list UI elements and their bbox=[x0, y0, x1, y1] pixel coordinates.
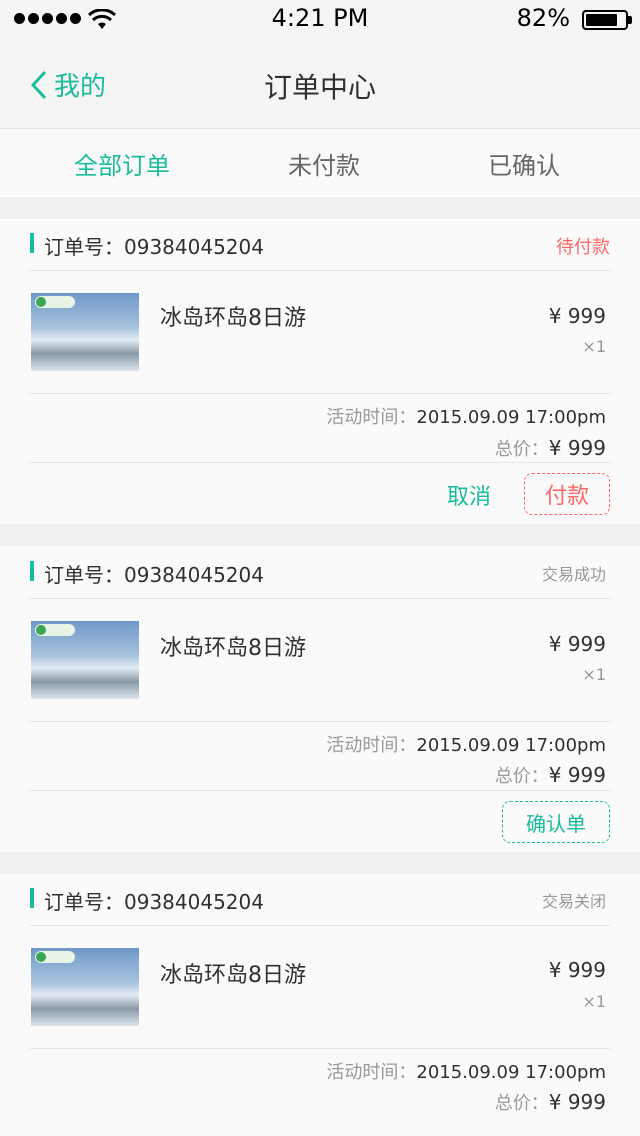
accent-bar bbox=[30, 561, 34, 581]
order-status: 待付款 bbox=[556, 237, 610, 258]
battery-tip bbox=[628, 16, 632, 24]
pay-button[interactable]: 付款 bbox=[524, 473, 610, 515]
battery-percent: 82% bbox=[516, 4, 570, 32]
divider bbox=[30, 1048, 610, 1049]
product-qty: ×1 bbox=[582, 665, 606, 684]
product-name[interactable]: 冰岛环岛8日游 bbox=[160, 300, 306, 332]
product-thumbnail[interactable] bbox=[31, 948, 139, 1026]
divider bbox=[30, 393, 610, 394]
accent-bar bbox=[30, 233, 34, 253]
cancel-button[interactable]: 取消 bbox=[444, 480, 494, 510]
total-value: ¥ 999 bbox=[548, 763, 606, 787]
battery-icon bbox=[582, 10, 628, 30]
tab-unpaid[interactable]: 未付款 bbox=[288, 146, 360, 181]
page-title: 订单中心 bbox=[263, 71, 376, 104]
accent-bar bbox=[30, 888, 34, 908]
divider bbox=[30, 790, 610, 791]
divider bbox=[30, 270, 610, 271]
product-name[interactable]: 冰岛环岛8日游 bbox=[160, 630, 306, 662]
activity-time: 活动时间：2015.09.09 17:00pm bbox=[326, 731, 606, 757]
product-name[interactable]: 冰岛环岛8日游 bbox=[160, 957, 306, 989]
order-total: 总价：¥ 999 bbox=[495, 762, 606, 788]
order-number: 订单号：09384045204 bbox=[44, 890, 264, 914]
product-price: ¥ 999 bbox=[548, 632, 606, 656]
product-qty: ×1 bbox=[582, 337, 606, 356]
product-thumbnail[interactable] bbox=[31, 621, 139, 699]
activity-time: 活动时间：2015.09.09 17:00pm bbox=[326, 1058, 606, 1084]
activity-time-value: 2015.09.09 17:00pm bbox=[416, 1062, 606, 1083]
order-total: 总价：¥ 999 bbox=[495, 435, 606, 461]
product-price: ¥ 999 bbox=[548, 958, 606, 982]
activity-time-label: 活动时间： bbox=[326, 407, 417, 428]
order-status: 交易关闭 bbox=[541, 892, 606, 911]
total-label: 总价： bbox=[494, 439, 549, 460]
total-value: ¥ 999 bbox=[548, 436, 606, 460]
tab-confirmed[interactable]: 已确认 bbox=[488, 146, 560, 181]
tab-all-orders[interactable]: 全部订单 bbox=[74, 146, 170, 181]
total-value: ¥ 999 bbox=[548, 1090, 606, 1114]
order-total: 总价：¥ 999 bbox=[495, 1089, 606, 1115]
divider bbox=[30, 721, 610, 722]
total-label: 总价： bbox=[494, 766, 549, 787]
activity-time-label: 活动时间： bbox=[326, 735, 417, 756]
activity-time-label: 活动时间： bbox=[326, 1062, 417, 1083]
order-status: 交易成功 bbox=[541, 565, 606, 584]
divider bbox=[30, 462, 610, 463]
product-qty: ×1 bbox=[582, 992, 606, 1011]
divider bbox=[30, 925, 610, 926]
activity-time-value: 2015.09.09 17:00pm bbox=[416, 407, 606, 428]
divider bbox=[30, 598, 610, 599]
order-number: 订单号：09384045204 bbox=[44, 235, 264, 259]
activity-time: 活动时间：2015.09.09 17:00pm bbox=[326, 403, 606, 429]
product-price: ¥ 999 bbox=[548, 304, 606, 328]
confirm-order-button[interactable]: 确认单 bbox=[502, 801, 610, 843]
total-label: 总价： bbox=[494, 1093, 549, 1114]
product-thumbnail[interactable] bbox=[31, 293, 139, 371]
order-number: 订单号：09384045204 bbox=[44, 563, 264, 587]
activity-time-value: 2015.09.09 17:00pm bbox=[416, 735, 606, 756]
